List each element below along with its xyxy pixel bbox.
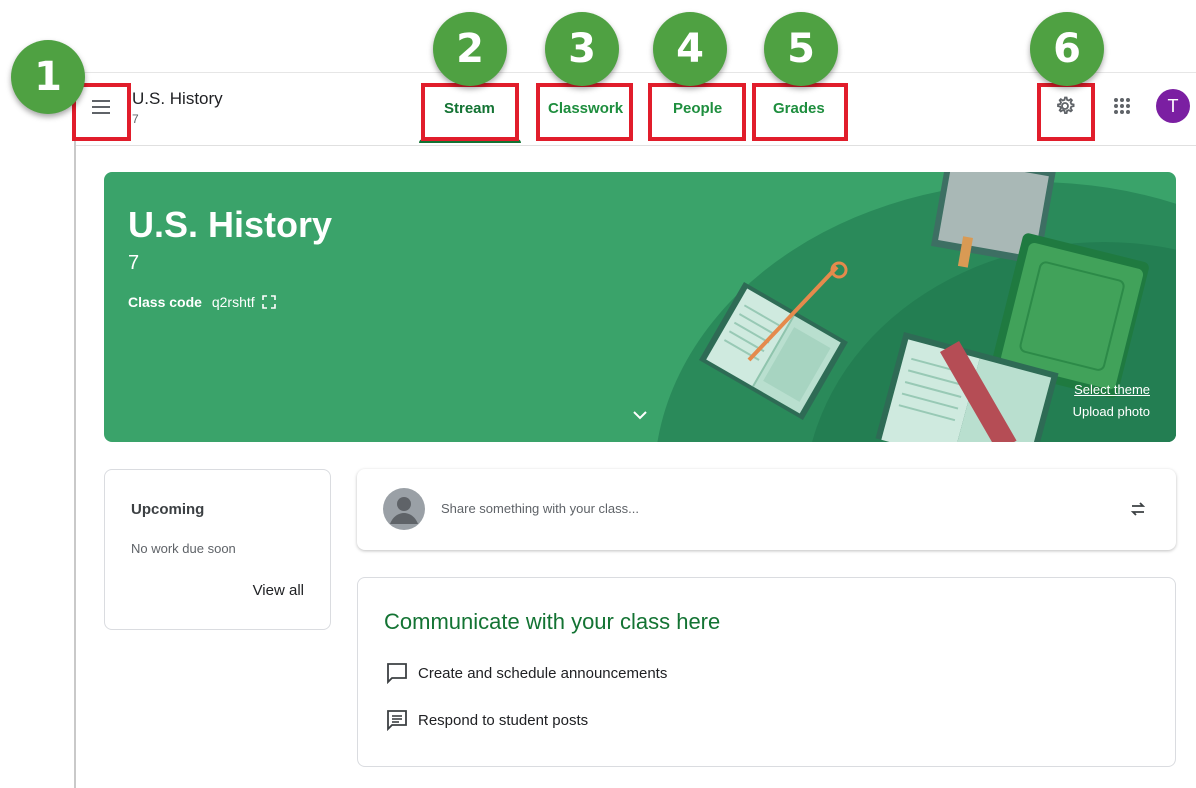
communicate-title: Communicate with your class here: [384, 609, 721, 634]
header-class-title[interactable]: U.S. History: [132, 89, 223, 109]
callout-4: 4: [653, 12, 727, 86]
class-code-value: q2rshtf: [211, 294, 255, 310]
chevron-down-icon[interactable]: [632, 410, 648, 420]
callout-1: 1: [11, 40, 85, 114]
banner-class-title: U.S. History: [128, 204, 333, 245]
comment-icon: [387, 663, 407, 684]
highlight-stream: [421, 83, 519, 141]
upcoming-title: Upcoming: [131, 501, 205, 518]
account-avatar[interactable]: T: [1156, 89, 1190, 123]
view-all-link[interactable]: View all: [253, 582, 304, 599]
header-class-section: 7: [132, 112, 139, 126]
user-placeholder-avatar: [383, 488, 425, 530]
share-input[interactable]: Share something with your class...: [441, 501, 639, 516]
upcoming-card: Upcoming No work due soon View all: [104, 469, 331, 630]
communicate-card: Communicate with your class here Create …: [357, 577, 1176, 767]
fullscreen-icon[interactable]: [261, 295, 276, 309]
highlight-classwork: [536, 83, 633, 141]
apps-grid-icon: [1114, 98, 1130, 114]
share-card[interactable]: Share something with your class...: [357, 469, 1176, 550]
apps-button[interactable]: [1113, 97, 1131, 115]
highlight-settings: [1037, 83, 1095, 141]
communicate-item: Create and schedule announcements: [418, 665, 668, 682]
upcoming-status: No work due soon: [131, 541, 236, 556]
highlight-grades: [752, 83, 848, 141]
callout-5: 5: [764, 12, 838, 86]
class-banner: U.S. History 7 Class code q2rshtf Select…: [104, 172, 1176, 442]
callout-6: 6: [1030, 12, 1104, 86]
select-theme-link[interactable]: Select theme: [1074, 382, 1150, 397]
callout-2: 2: [433, 12, 507, 86]
communicate-item: Respond to student posts: [418, 712, 589, 729]
class-code-label: Class code: [128, 294, 202, 310]
repost-icon[interactable]: [1128, 499, 1148, 519]
posts-icon: [387, 710, 407, 731]
banner-class-section: 7: [128, 252, 140, 274]
upload-photo-link[interactable]: Upload photo: [1073, 404, 1150, 419]
top-bar: [76, 73, 1196, 146]
class-code-row: Class code q2rshtf: [128, 294, 276, 310]
callout-3: 3: [545, 12, 619, 86]
highlight-people: [648, 83, 746, 141]
